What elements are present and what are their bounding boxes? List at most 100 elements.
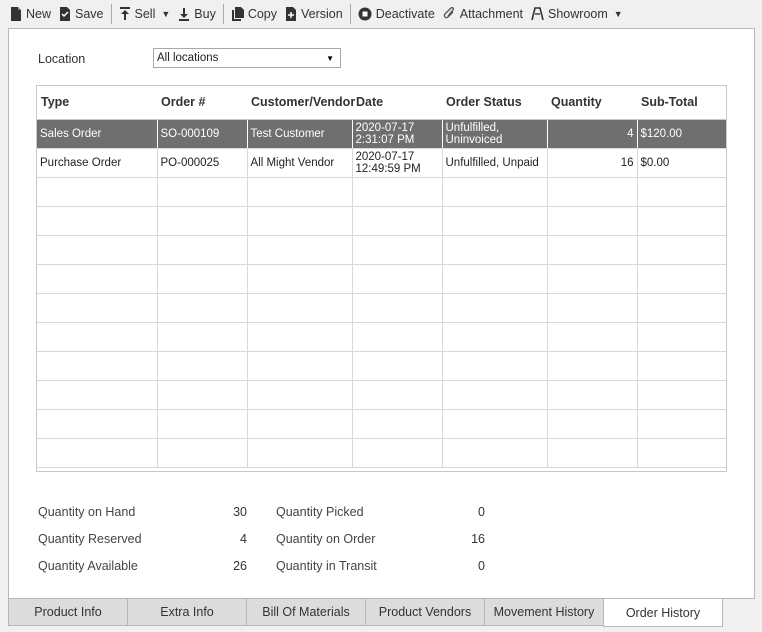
table-header-row: Type Order # Customer/Vendor Date Order … (37, 86, 726, 120)
showroom-label: Showroom (548, 7, 608, 21)
empty-cell (247, 206, 353, 236)
order-history-panel: Location All locations ▼ Type Order # Cu… (8, 28, 755, 599)
table-row[interactable]: Sales Order SO-000109 Test Customer 2020… (37, 119, 726, 149)
cell-quantity: 16 (547, 148, 638, 178)
quantity-reserved-value: 4 (240, 532, 247, 546)
showroom-dropdown-icon[interactable]: ▼ (614, 9, 623, 19)
empty-cell (352, 438, 443, 468)
sell-dropdown-icon[interactable]: ▼ (161, 9, 170, 19)
empty-cell (37, 264, 158, 294)
cell-type: Purchase Order (37, 148, 158, 178)
empty-cell (547, 322, 638, 352)
quantity-in-transit-label: Quantity in Transit (276, 559, 377, 573)
tab-order-history[interactable]: Order History (603, 599, 723, 627)
empty-cell (637, 235, 726, 265)
location-select-value: All locations (157, 52, 219, 64)
empty-table-row (37, 235, 726, 265)
empty-cell (547, 235, 638, 265)
empty-table-row (37, 380, 726, 410)
empty-table-row (37, 264, 726, 294)
column-header-quantity[interactable]: Quantity (547, 86, 637, 120)
empty-cell (547, 206, 638, 236)
tab-bill-of-materials[interactable]: Bill Of Materials (246, 599, 366, 626)
cell-status-line2: Uninvoiced (445, 133, 503, 146)
cell-sub-total: $0.00 (637, 148, 726, 178)
empty-cell (352, 206, 443, 236)
quantity-on-hand-label: Quantity on Hand (38, 505, 136, 519)
cell-customer-vendor: Test Customer (247, 119, 353, 149)
empty-cell (37, 235, 158, 265)
empty-cell (37, 380, 158, 410)
tab-product-info[interactable]: Product Info (8, 599, 128, 626)
column-header-sub-total[interactable]: Sub-Total (637, 86, 726, 120)
empty-cell (637, 351, 726, 381)
empty-cell (247, 293, 353, 323)
cell-date: 2020-07-17 12:49:59 PM (352, 148, 443, 178)
empty-cell (442, 235, 548, 265)
empty-cell (37, 206, 158, 236)
empty-cell (637, 293, 726, 323)
empty-cell (637, 177, 726, 207)
stop-icon (358, 7, 372, 21)
sell-button[interactable]: Sell ▼ (115, 3, 175, 25)
empty-table-row (37, 177, 726, 207)
buy-button[interactable]: Buy (174, 3, 220, 25)
version-button[interactable]: Version (281, 3, 347, 25)
empty-table-row (37, 293, 726, 323)
empty-cell (157, 438, 248, 468)
empty-cell (442, 293, 548, 323)
empty-table-row (37, 351, 726, 381)
cell-order-number: PO-000025 (157, 148, 248, 178)
cell-customer-vendor: All Might Vendor (247, 148, 353, 178)
deactivate-button[interactable]: Deactivate (354, 3, 439, 25)
column-header-order-number[interactable]: Order # (157, 86, 247, 120)
empty-cell (637, 438, 726, 468)
empty-table-row (37, 206, 726, 236)
copy-button[interactable]: Copy (227, 3, 281, 25)
new-label: New (26, 7, 52, 21)
cell-type: Sales Order (37, 119, 158, 149)
empty-cell (442, 438, 548, 468)
attachment-button[interactable]: Attachment (439, 3, 527, 25)
toolbar-separator (222, 4, 224, 24)
location-select[interactable]: All locations ▼ (153, 48, 341, 68)
copy-icon (231, 7, 244, 21)
empty-table-row (37, 438, 726, 468)
quantity-on-order-label: Quantity on Order (276, 532, 376, 546)
empty-cell (37, 177, 158, 207)
cell-order-number: SO-000109 (157, 119, 248, 149)
new-button[interactable]: New (6, 3, 55, 25)
column-header-date[interactable]: Date (352, 86, 442, 120)
empty-cell (247, 235, 353, 265)
empty-cell (352, 380, 443, 410)
tab-product-vendors[interactable]: Product Vendors (365, 599, 485, 626)
empty-cell (247, 380, 353, 410)
empty-cell (547, 380, 638, 410)
save-button[interactable]: Save (55, 3, 108, 25)
version-label: Version (301, 7, 343, 21)
tab-extra-info[interactable]: Extra Info (127, 599, 247, 626)
empty-cell (247, 264, 353, 294)
empty-cell (547, 177, 638, 207)
empty-cell (157, 235, 248, 265)
empty-cell (247, 409, 353, 439)
table-row[interactable]: Purchase Order PO-000025 All Might Vendo… (37, 148, 726, 178)
quantity-in-transit-value: 0 (478, 559, 485, 573)
cell-sub-total: $120.00 (637, 119, 726, 149)
column-header-type[interactable]: Type (37, 86, 157, 120)
empty-cell (442, 322, 548, 352)
empty-cell (442, 177, 548, 207)
tab-movement-history[interactable]: Movement History (484, 599, 604, 626)
empty-cell (157, 177, 248, 207)
quantity-reserved-label: Quantity Reserved (38, 532, 142, 546)
empty-cell (637, 322, 726, 352)
location-label: Location (38, 52, 86, 66)
showroom-button[interactable]: Showroom ▼ (527, 3, 627, 25)
column-header-order-status[interactable]: Order Status (442, 86, 547, 120)
chevron-down-icon: ▼ (326, 53, 334, 63)
empty-cell (157, 380, 248, 410)
empty-table-row (37, 409, 726, 439)
column-header-customer-vendor[interactable]: Customer/Vendor (247, 86, 355, 120)
order-history-table[interactable]: Type Order # Customer/Vendor Date Order … (36, 85, 727, 472)
version-icon (286, 7, 297, 21)
